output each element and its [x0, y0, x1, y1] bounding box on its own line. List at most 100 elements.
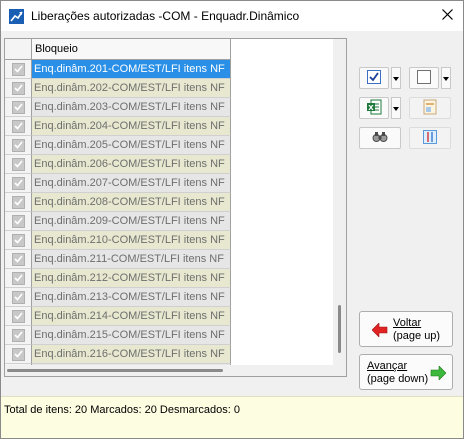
window-title: Liberações autorizadas -COM - Enquadr.Di…	[31, 9, 300, 23]
next-label: Avançar (page down)	[367, 360, 429, 385]
close-icon	[441, 9, 453, 23]
table-row[interactable]: Enq.dinâm.203-COM/EST/LFI itens NF	[5, 98, 231, 117]
table-row[interactable]: Enq.dinâm.201-COM/EST/LFI itens NF	[5, 60, 231, 79]
table-row[interactable]: Enq.dinâm.216-COM/EST/LFI itens NF	[5, 345, 231, 364]
mark-options-dropdown[interactable]	[391, 67, 401, 89]
horizontal-scrollbar[interactable]	[5, 365, 333, 376]
row-checkbox-cell[interactable]	[5, 345, 32, 364]
row-checkbox[interactable]	[11, 119, 25, 133]
row-bloqueio-cell[interactable]: Enq.dinâm.204-COM/EST/LFI itens NF	[32, 117, 231, 136]
row-checkbox[interactable]	[11, 81, 25, 95]
select-all-header[interactable]	[5, 39, 32, 60]
row-checkbox-cell[interactable]	[5, 79, 32, 98]
check-icon	[13, 217, 23, 225]
row-checkbox-cell[interactable]	[5, 269, 32, 288]
column-settings-button[interactable]	[409, 127, 451, 149]
row-bloqueio-cell[interactable]: Enq.dinâm.203-COM/EST/LFI itens NF	[32, 98, 231, 117]
report-button[interactable]	[409, 97, 451, 119]
column-settings-icon	[423, 129, 437, 147]
unmark-options-dropdown[interactable]	[441, 67, 451, 89]
row-checkbox-cell[interactable]	[5, 231, 32, 250]
row-checkbox-cell[interactable]	[5, 174, 32, 193]
table-row[interactable]: Enq.dinâm.213-COM/EST/LFI itens NF	[5, 288, 231, 307]
check-icon	[13, 274, 23, 282]
export-excel-button[interactable]: X	[359, 97, 389, 119]
vertical-scroll-thumb[interactable]	[338, 305, 341, 353]
chevron-down-icon	[393, 102, 399, 114]
row-checkbox-cell[interactable]	[5, 60, 32, 79]
table-row[interactable]: Enq.dinâm.204-COM/EST/LFI itens NF	[5, 117, 231, 136]
row-checkbox[interactable]	[11, 195, 25, 209]
table-row[interactable]: Enq.dinâm.209-COM/EST/LFI itens NF	[5, 212, 231, 231]
status-bar: Total de itens: 20 Marcados: 20 Desmarca…	[1, 396, 463, 438]
row-checkbox-cell[interactable]	[5, 307, 32, 326]
row-checkbox[interactable]	[11, 138, 25, 152]
row-bloqueio-cell[interactable]: Enq.dinâm.216-COM/EST/LFI itens NF	[32, 345, 231, 364]
check-icon	[13, 122, 23, 130]
table-row[interactable]: Enq.dinâm.215-COM/EST/LFI itens NF	[5, 326, 231, 345]
row-checkbox-cell[interactable]	[5, 212, 32, 231]
close-button[interactable]	[431, 1, 463, 31]
stats-chart-icon	[9, 9, 24, 24]
row-bloqueio-cell[interactable]: Enq.dinâm.214-COM/EST/LFI itens NF	[32, 307, 231, 326]
find-icon	[372, 131, 388, 146]
row-bloqueio-cell[interactable]: Enq.dinâm.215-COM/EST/LFI itens NF	[32, 326, 231, 345]
row-checkbox[interactable]	[11, 309, 25, 323]
table-row[interactable]: Enq.dinâm.202-COM/EST/LFI itens NF	[5, 79, 231, 98]
horizontal-scroll-thumb[interactable]	[7, 369, 223, 372]
row-bloqueio-cell[interactable]: Enq.dinâm.211-COM/EST/LFI itens NF	[32, 250, 231, 269]
table-row[interactable]: Enq.dinâm.207-COM/EST/LFI itens NF	[5, 174, 231, 193]
chevron-down-icon	[443, 72, 449, 84]
row-checkbox[interactable]	[11, 271, 25, 285]
row-bloqueio-cell[interactable]: Enq.dinâm.201-COM/EST/LFI itens NF	[32, 60, 231, 79]
check-icon	[13, 179, 23, 187]
mark-all-button[interactable]	[359, 67, 389, 89]
row-checkbox-cell[interactable]	[5, 193, 32, 212]
check-icon	[13, 65, 23, 73]
column-header-bloqueio[interactable]: Bloqueio	[32, 39, 231, 60]
row-checkbox[interactable]	[11, 252, 25, 266]
row-checkbox[interactable]	[11, 62, 25, 76]
row-checkbox[interactable]	[11, 328, 25, 342]
row-bloqueio-cell[interactable]: Enq.dinâm.202-COM/EST/LFI itens NF	[32, 79, 231, 98]
row-bloqueio-cell[interactable]: Enq.dinâm.213-COM/EST/LFI itens NF	[32, 288, 231, 307]
row-checkbox-cell[interactable]	[5, 136, 32, 155]
status-summary: Total de itens: 20 Marcados: 20 Desmarca…	[4, 404, 241, 416]
row-bloqueio-cell[interactable]: Enq.dinâm.205-COM/EST/LFI itens NF	[32, 136, 231, 155]
row-checkbox[interactable]	[11, 214, 25, 228]
table-row[interactable]: Enq.dinâm.211-COM/EST/LFI itens NF	[5, 250, 231, 269]
row-checkbox-cell[interactable]	[5, 155, 32, 174]
table-row[interactable]: Enq.dinâm.214-COM/EST/LFI itens NF	[5, 307, 231, 326]
row-bloqueio-cell[interactable]: Enq.dinâm.209-COM/EST/LFI itens NF	[32, 212, 231, 231]
export-options-dropdown[interactable]	[391, 97, 401, 119]
row-checkbox-cell[interactable]	[5, 326, 32, 345]
row-bloqueio-cell[interactable]: Enq.dinâm.206-COM/EST/LFI itens NF	[32, 155, 231, 174]
row-checkbox[interactable]	[11, 100, 25, 114]
row-checkbox[interactable]	[11, 157, 25, 171]
row-bloqueio-cell[interactable]: Enq.dinâm.210-COM/EST/LFI itens NF	[32, 231, 231, 250]
row-checkbox-cell[interactable]	[5, 288, 32, 307]
unmark-all-button[interactable]	[409, 67, 439, 89]
vertical-scrollbar[interactable]	[333, 39, 346, 376]
next-page-down-button[interactable]: Avançar (page down)	[359, 354, 453, 390]
table-row[interactable]: Enq.dinâm.210-COM/EST/LFI itens NF	[5, 231, 231, 250]
row-checkbox-cell[interactable]	[5, 250, 32, 269]
row-checkbox-cell[interactable]	[5, 117, 32, 136]
row-checkbox[interactable]	[11, 233, 25, 247]
table-row[interactable]: Enq.dinâm.205-COM/EST/LFI itens NF	[5, 136, 231, 155]
row-checkbox[interactable]	[11, 347, 25, 361]
row-bloqueio-cell[interactable]: Enq.dinâm.212-COM/EST/LFI itens NF	[32, 269, 231, 288]
row-checkbox-cell[interactable]	[5, 98, 32, 117]
find-button[interactable]	[359, 127, 401, 149]
back-label: Voltar (page up)	[393, 317, 441, 342]
row-checkbox[interactable]	[11, 290, 25, 304]
table-row[interactable]: Enq.dinâm.206-COM/EST/LFI itens NF	[5, 155, 231, 174]
table-row[interactable]: Enq.dinâm.208-COM/EST/LFI itens NF	[5, 193, 231, 212]
check-icon	[13, 141, 23, 149]
row-checkbox[interactable]	[11, 176, 25, 190]
back-page-up-button[interactable]: Voltar (page up)	[359, 311, 453, 347]
arrow-right-icon	[430, 365, 447, 381]
row-bloqueio-cell[interactable]: Enq.dinâm.208-COM/EST/LFI itens NF	[32, 193, 231, 212]
table-row[interactable]: Enq.dinâm.212-COM/EST/LFI itens NF	[5, 269, 231, 288]
row-bloqueio-cell[interactable]: Enq.dinâm.207-COM/EST/LFI itens NF	[32, 174, 231, 193]
